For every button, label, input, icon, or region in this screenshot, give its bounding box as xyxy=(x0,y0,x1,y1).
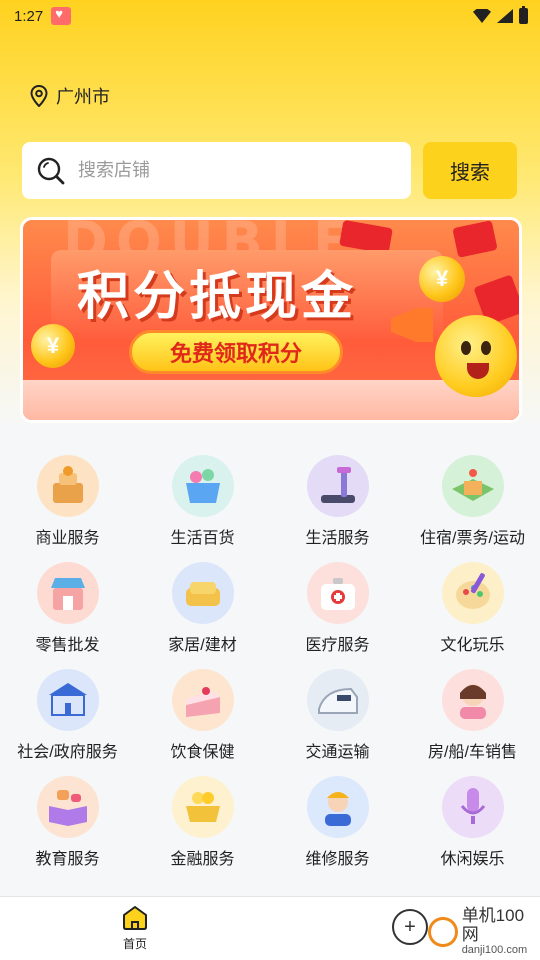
nav-home[interactable]: 首页 xyxy=(110,905,160,955)
category-item[interactable]: 商业服务 xyxy=(0,445,135,552)
train-icon xyxy=(306,669,369,731)
category-label: 医疗服务 xyxy=(305,637,370,654)
add-circle-icon[interactable]: + xyxy=(392,909,428,945)
coin-icon: ¥ xyxy=(419,256,465,302)
location-pin-icon xyxy=(30,85,48,107)
category-label: 文化玩乐 xyxy=(440,637,505,654)
open-book-icon xyxy=(36,776,99,838)
bottom-navigation: 首页 + 单机100网 danji100.com xyxy=(0,896,540,960)
category-label: 房/船/车销售 xyxy=(428,744,517,761)
shopping-basket-icon xyxy=(171,455,234,517)
repair-worker-icon xyxy=(306,776,369,838)
search-button[interactable]: 搜索 xyxy=(423,142,517,199)
signal-icon xyxy=(497,9,513,23)
nav-home-label: 首页 xyxy=(122,937,147,951)
coin-mascot-icon xyxy=(435,315,517,397)
category-item[interactable]: 住宿/票务/运动 xyxy=(405,445,540,552)
category-item[interactable]: 休闲娱乐 xyxy=(405,766,540,873)
watermark: 单机100网 danji100.com xyxy=(428,906,540,957)
search-icon xyxy=(36,156,66,186)
watermark-name: 单机100网 xyxy=(461,906,525,944)
wifi-icon xyxy=(473,9,491,23)
category-item[interactable]: 生活百货 xyxy=(135,445,270,552)
category-label: 交通运输 xyxy=(305,744,370,761)
cake-icon xyxy=(171,669,234,731)
coin-icon: ¥ xyxy=(31,324,75,368)
category-item[interactable]: 社会/政府服务 xyxy=(0,659,135,766)
category-item[interactable]: 饮食保健 xyxy=(135,659,270,766)
search-bar[interactable] xyxy=(22,142,411,199)
banner-cta-label: 免费领取积分 xyxy=(169,341,302,366)
status-indicators xyxy=(473,6,528,24)
sofa-icon xyxy=(171,562,234,624)
category-item[interactable]: 金融服务 xyxy=(135,766,270,873)
category-label: 休闲娱乐 xyxy=(440,851,505,868)
business-service-icon xyxy=(36,455,99,517)
promo-banner[interactable]: DOUBLE ELEVEN DOUBLE ELEVEN 积分抵现金 免费领取积分… xyxy=(20,217,522,423)
home-icon xyxy=(121,905,149,931)
category-item[interactable]: 教育服务 xyxy=(0,766,135,873)
category-label: 教育服务 xyxy=(35,851,100,868)
search-input[interactable] xyxy=(78,160,378,181)
category-item[interactable]: 生活服务 xyxy=(270,445,405,552)
mascot-mouth xyxy=(467,363,489,379)
government-building-icon xyxy=(36,669,99,731)
medical-kit-icon xyxy=(306,562,369,624)
storefront-icon xyxy=(36,562,99,624)
category-label: 住宿/票务/运动 xyxy=(420,530,525,547)
category-label: 金融服务 xyxy=(170,851,235,868)
category-item[interactable]: 家居/建材 xyxy=(135,552,270,659)
category-item[interactable]: 文化玩乐 xyxy=(405,552,540,659)
coin-symbol: ¥ xyxy=(46,333,60,358)
location-selector[interactable]: 广州市 xyxy=(30,84,110,108)
banner-cta-button[interactable]: 免费领取积分 xyxy=(129,330,343,374)
banner-title: 积分抵现金 xyxy=(77,267,358,327)
watermark-logo-icon xyxy=(428,916,458,947)
coin-symbol: ¥ xyxy=(435,266,449,291)
category-grid: 商业服务 生活百货 生活服务 住宿/票务/运动零售批发 家居/建材 医疗服务 文化玩乐社会/… xyxy=(0,445,540,873)
category-item[interactable]: 维修服务 xyxy=(270,766,405,873)
notification-app-icon xyxy=(51,6,72,25)
watermark-url: danji100.com xyxy=(461,944,528,957)
battery-icon xyxy=(519,6,528,24)
category-label: 零售批发 xyxy=(35,637,100,654)
open-book-decoration xyxy=(23,380,519,420)
category-item[interactable]: 医疗服务 xyxy=(270,552,405,659)
category-item[interactable]: 房/船/车销售 xyxy=(405,659,540,766)
category-item[interactable]: 零售批发 xyxy=(0,552,135,659)
salesperson-icon xyxy=(441,669,504,731)
treadmill-icon xyxy=(306,455,369,517)
status-bar: 1:27 xyxy=(0,0,540,32)
category-label: 商业服务 xyxy=(35,530,100,547)
category-item[interactable]: 交通运输 xyxy=(270,659,405,766)
hotel-icon xyxy=(441,455,504,517)
category-label: 家居/建材 xyxy=(168,637,237,654)
paint-palette-icon xyxy=(441,562,504,624)
city-label: 广州市 xyxy=(56,87,110,107)
category-label: 社会/政府服务 xyxy=(17,744,118,761)
category-label: 生活服务 xyxy=(305,530,370,547)
category-label: 生活百货 xyxy=(170,530,235,547)
status-time: 1:27 xyxy=(14,7,44,25)
category-label: 维修服务 xyxy=(305,851,370,868)
category-label: 饮食保健 xyxy=(170,744,235,761)
coin-cart-icon xyxy=(171,776,234,838)
microphone-icon xyxy=(441,776,504,838)
